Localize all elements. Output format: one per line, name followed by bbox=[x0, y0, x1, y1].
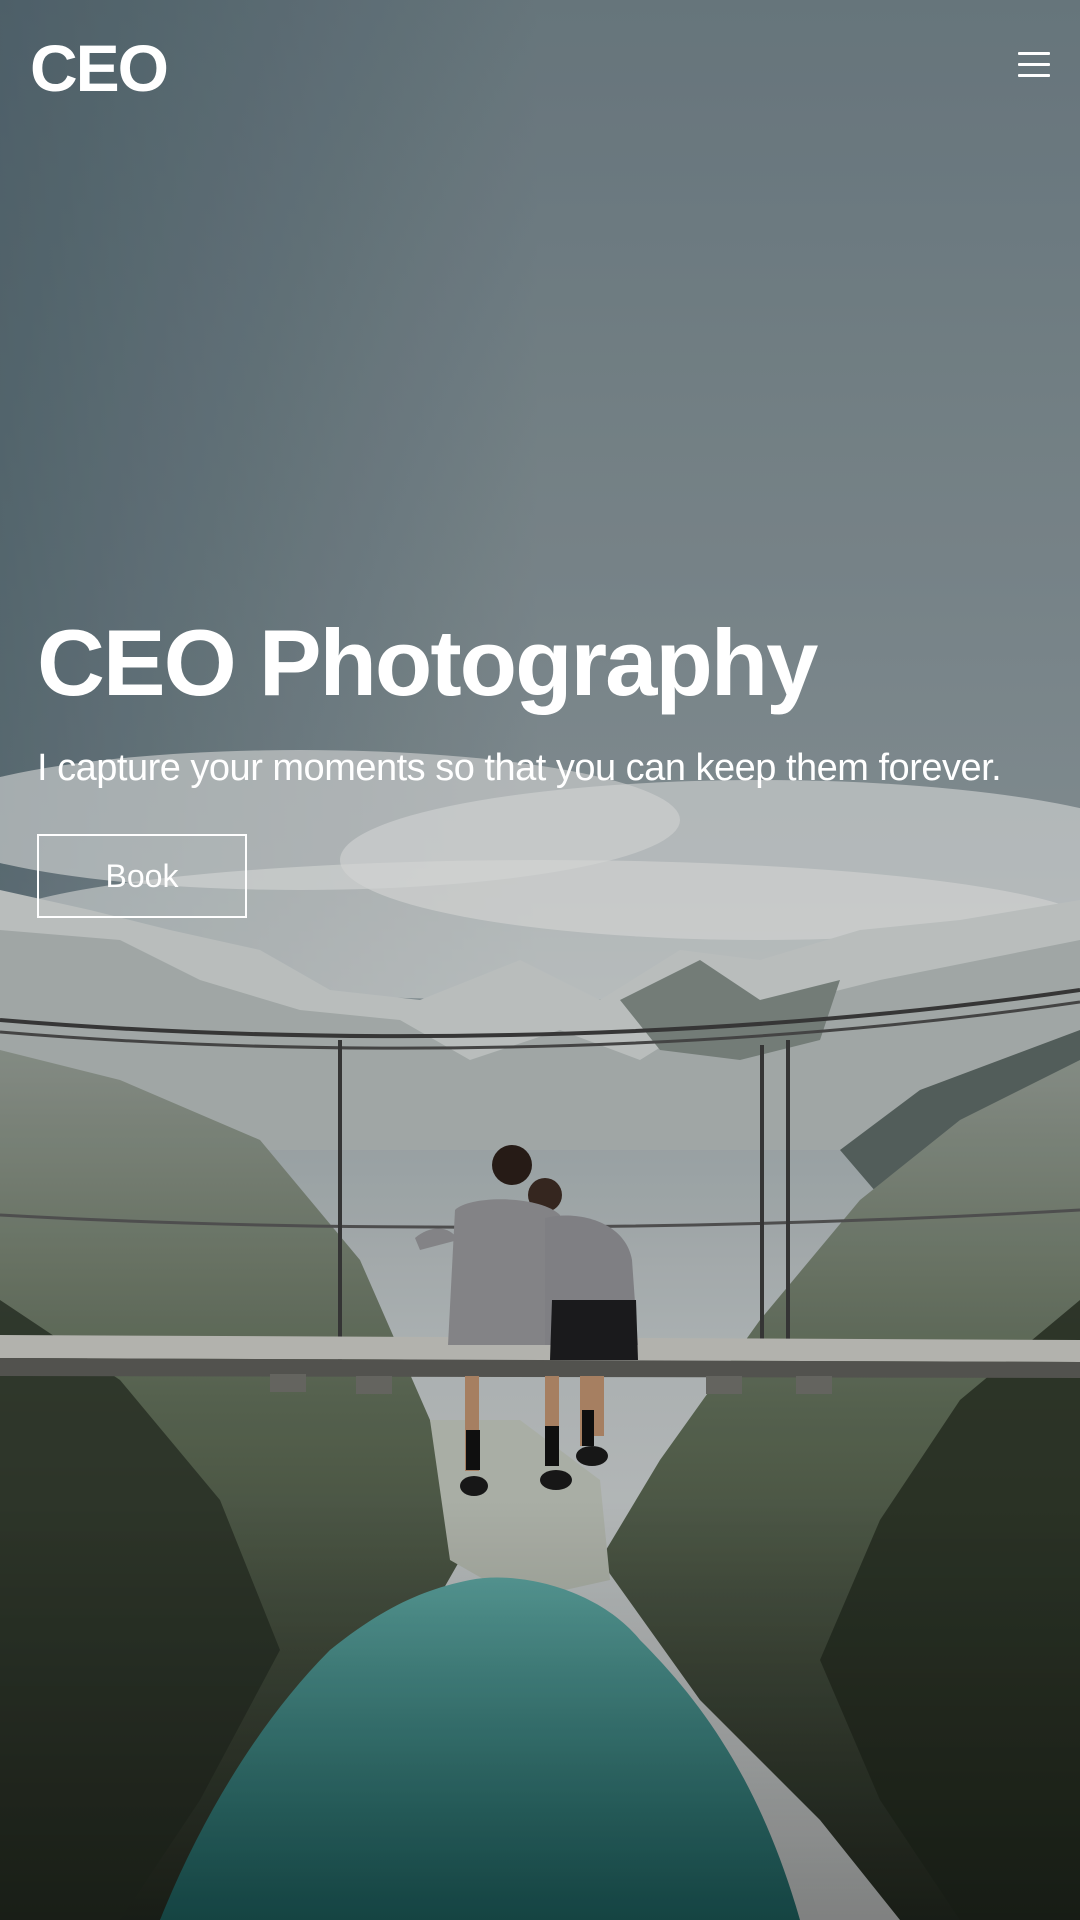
hero-content: CEO Photography I capture your moments s… bbox=[37, 608, 1037, 918]
hero-title: CEO Photography bbox=[37, 610, 818, 715]
top-navbar: CEO bbox=[0, 0, 1080, 140]
hamburger-menu-icon[interactable] bbox=[1016, 46, 1054, 84]
site-logo[interactable]: CEO bbox=[30, 28, 169, 108]
menu-bar-line bbox=[1018, 52, 1050, 55]
hero-subtitle: I capture your moments so that you can k… bbox=[37, 747, 1002, 789]
menu-bar-line bbox=[1018, 63, 1050, 66]
hero-background-photo bbox=[0, 0, 1080, 1920]
hero-section: CEO CEO Photography I capture your momen… bbox=[0, 0, 1080, 1920]
menu-bar-line bbox=[1018, 74, 1050, 77]
book-button[interactable]: Book bbox=[37, 834, 247, 918]
